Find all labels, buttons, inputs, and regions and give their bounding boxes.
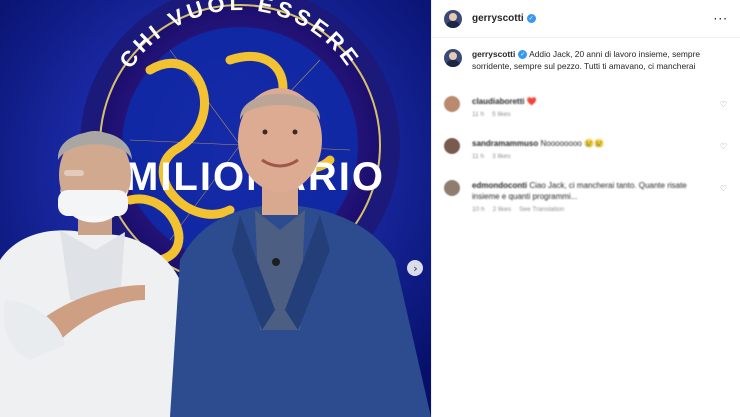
comment-meta: 10 h 2 likes See Translation — [472, 206, 712, 213]
comment-avatar[interactable] — [444, 96, 460, 112]
like-heart-icon[interactable]: ♡ — [720, 142, 727, 151]
like-heart-icon[interactable]: ♡ — [720, 100, 727, 109]
comment-item: claudiaboretti ❤️ 11 h 5 likes ♡ — [432, 96, 740, 118]
post-sidebar: gerryscotti ✓ ··· gerryscotti ✓ Addio Jac… — [431, 0, 740, 417]
comment-username[interactable]: edmondoconti — [472, 181, 527, 190]
comment-likes[interactable]: 3 likes — [492, 153, 510, 160]
caption-avatar[interactable] — [444, 49, 462, 67]
comment-text: Noooooooo 😢😢 — [540, 139, 604, 148]
header-username[interactable]: gerryscotti — [472, 13, 524, 24]
post-image: CHI VUOL ESSERE MILIONARIO — [0, 0, 431, 417]
avatar[interactable] — [444, 9, 462, 28]
comment-username[interactable]: sandramammuso — [472, 139, 538, 148]
see-translation-link[interactable]: See Translation — [519, 206, 564, 213]
post-caption: gerryscotti ✓ Addio Jack, 20 anni di lavo… — [432, 38, 740, 72]
chevron-right-icon: › — [413, 261, 418, 275]
comment-likes[interactable]: 2 likes — [493, 206, 511, 213]
comment-text: ❤️ — [526, 97, 537, 106]
next-image-button[interactable]: › — [407, 260, 423, 276]
post-photo: CHI VUOL ESSERE MILIONARIO — [0, 0, 431, 417]
post-header: gerryscotti ✓ ··· — [432, 0, 740, 38]
comment-meta: 11 h 5 likes — [472, 111, 712, 118]
comment-username[interactable]: claudiaboretti — [472, 97, 524, 106]
comment-time: 10 h — [472, 206, 485, 213]
caption-text-block: gerryscotti ✓ Addio Jack, 20 anni di lavo… — [472, 48, 728, 72]
verified-badge-icon: ✓ — [518, 50, 528, 60]
more-options-icon[interactable]: ··· — [714, 12, 728, 26]
comment-item: edmondoconti Ciao Jack, ci mancherai tan… — [432, 180, 740, 213]
verified-badge-icon: ✓ — [526, 14, 536, 23]
caption-username[interactable]: gerryscotti — [472, 49, 515, 59]
comment-meta: 11 h 3 likes — [472, 153, 712, 160]
comment-item: sandramammuso Noooooooo 😢😢 11 h 3 likes ♡ — [432, 138, 740, 160]
comment-avatar[interactable] — [444, 180, 460, 196]
comment-avatar[interactable] — [444, 138, 460, 154]
like-heart-icon[interactable]: ♡ — [720, 184, 727, 193]
comment-time: 11 h — [472, 111, 485, 118]
comment-time: 11 h — [472, 153, 485, 160]
comment-likes[interactable]: 5 likes — [492, 111, 510, 118]
